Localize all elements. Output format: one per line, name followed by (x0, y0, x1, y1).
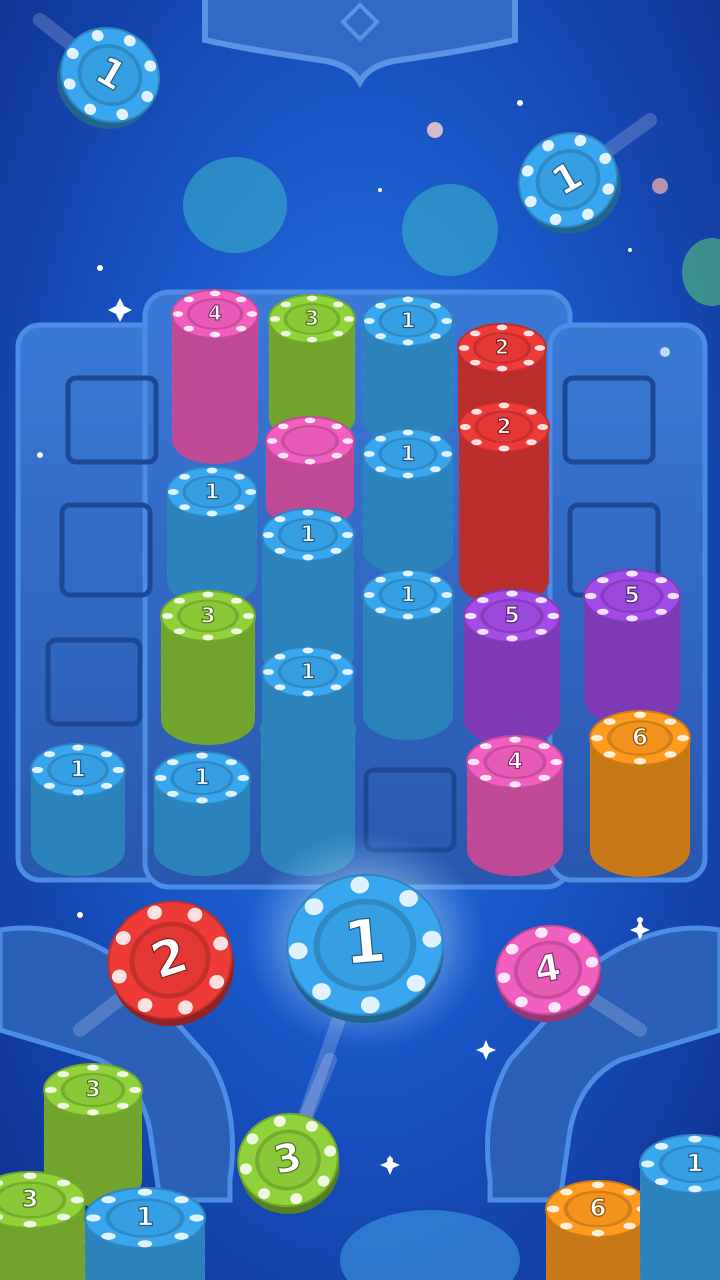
chip-stack[interactable]: 4 (171, 289, 259, 464)
chip-value-label: 3 (305, 306, 319, 330)
chip-stack[interactable]: 5 (463, 589, 561, 746)
chip-value-label: 2 (495, 335, 509, 359)
chip-value-label: 4 (208, 301, 222, 325)
chip-value-label: 5 (624, 584, 639, 609)
chip-value-label: 1 (70, 758, 85, 783)
chip-value-label: 1 (686, 1148, 703, 1177)
chip-value-label: 1 (194, 766, 209, 791)
chip-stack[interactable]: 1 (362, 295, 454, 445)
chip-stack[interactable]: 1 (30, 743, 126, 876)
chip-value-label: 1 (301, 659, 316, 683)
chip-value-label: 1 (401, 308, 416, 332)
chip-value-label: 4 (507, 750, 522, 775)
top-banner (202, 0, 518, 89)
chip-stack[interactable]: 1 (84, 1187, 206, 1280)
chip-value-label: 1 (300, 523, 315, 548)
chip-value-label: 3 (201, 603, 216, 627)
chip-value-label: 1 (205, 479, 220, 503)
chip-value-label: 2 (497, 414, 512, 438)
chip-value-label: 3 (22, 1185, 39, 1213)
chip-stack[interactable]: 1 (166, 466, 258, 605)
chip-stack[interactable]: 3 (0, 1171, 86, 1280)
chip-value-label: 3 (85, 1078, 100, 1103)
chip-stack[interactable]: 1 (362, 428, 454, 575)
chip-value-label: 1 (401, 441, 416, 465)
chip-value-label: 1 (136, 1203, 154, 1233)
chip-value-label: 5 (504, 604, 519, 629)
chip-stack[interactable]: 6 (545, 1180, 651, 1280)
chip-stack[interactable]: 1 (153, 751, 251, 876)
game-scene: 43121211155311114633161 124311 (0, 0, 720, 1280)
chip-stack[interactable]: 3 (160, 590, 256, 745)
chip-stack[interactable]: 1 (362, 569, 454, 740)
chip-value-label: 6 (632, 725, 648, 751)
chip-stack[interactable]: 2 (458, 401, 550, 605)
chip-stack[interactable]: 1 (261, 646, 355, 785)
chip-stack[interactable]: 4 (466, 735, 564, 876)
chip-value-label: 1 (401, 582, 416, 606)
chip-value-label: 6 (590, 1194, 607, 1222)
flying-chip[interactable]: 3 (230, 1105, 349, 1224)
chip-value-label: 1 (341, 906, 389, 979)
chip-stack[interactable]: 6 (589, 710, 691, 877)
chip-stack[interactable]: 5 (583, 569, 681, 726)
chip-stack[interactable]: 1 (639, 1134, 720, 1280)
